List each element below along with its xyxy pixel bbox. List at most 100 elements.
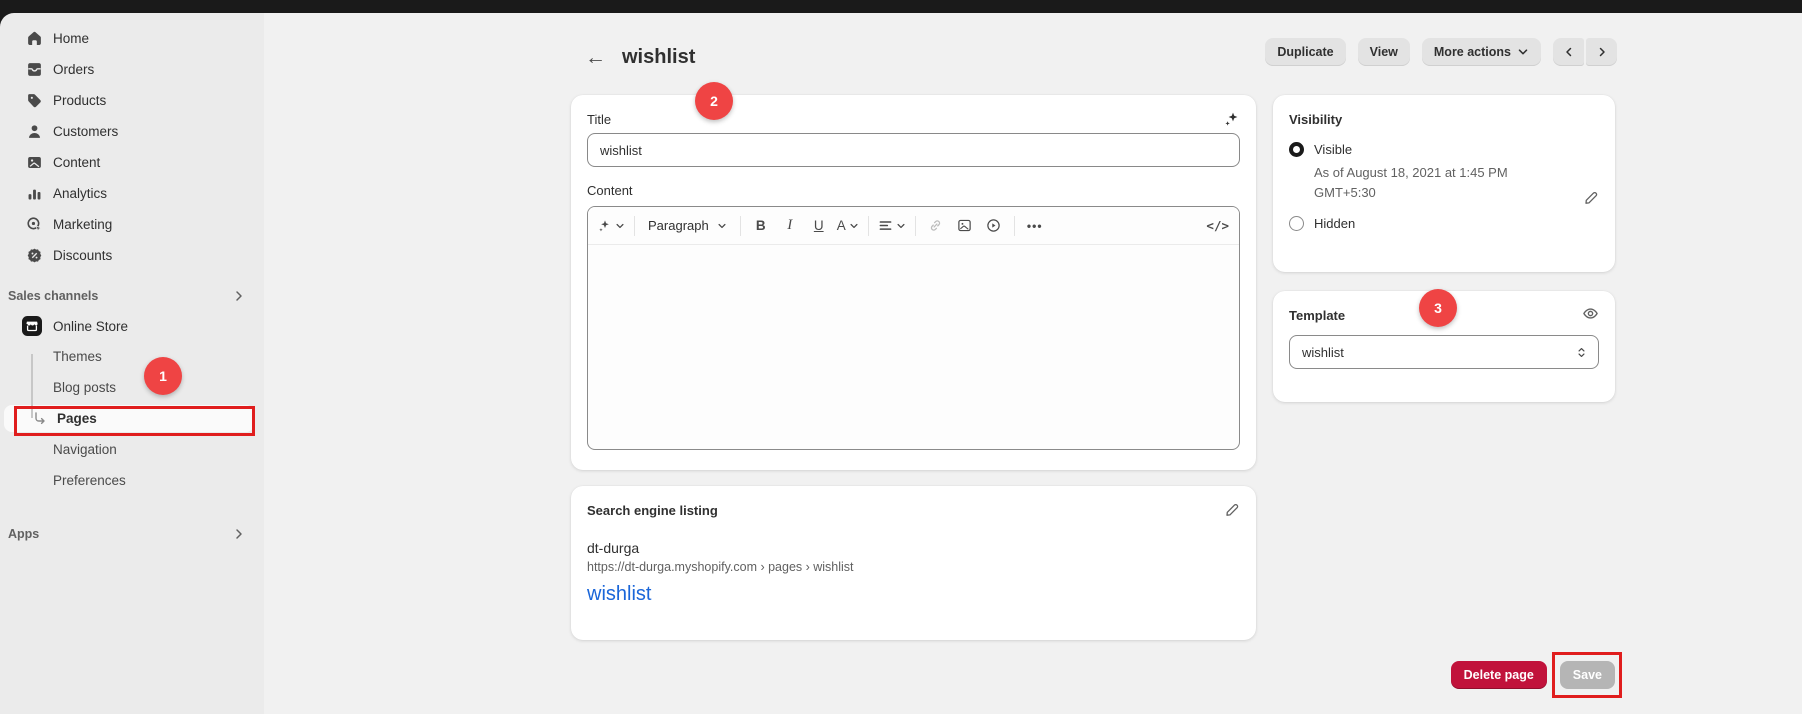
orders-icon	[26, 61, 43, 78]
toolbar-divider	[634, 216, 635, 236]
magic-sparkle-icon[interactable]	[598, 213, 625, 239]
view-button[interactable]: View	[1358, 38, 1410, 66]
paragraph-style-dropdown[interactable]: Paragraph	[644, 213, 731, 239]
seo-url: https://dt-durga.myshopify.com › pages ›…	[587, 560, 1240, 574]
annotation-step-3-badge: 3	[1419, 289, 1457, 327]
sidebar-item-navigation[interactable]: Navigation	[0, 436, 254, 463]
duplicate-label: Duplicate	[1277, 45, 1333, 59]
chevron-right-icon	[232, 289, 246, 303]
sidebar-item-pages[interactable]: Pages	[4, 405, 254, 432]
text-color-button[interactable]: A	[837, 213, 859, 239]
insert-link-icon[interactable]	[925, 213, 947, 239]
visible-schedule-note: As of August 18, 2021 at 1:45 PM GMT+5:3…	[1314, 163, 1544, 203]
sidebar-item-home[interactable]: Home	[0, 25, 254, 52]
sidebar-item-themes[interactable]: Themes	[0, 343, 254, 370]
annotation-step-2-badge: 2	[695, 82, 733, 120]
more-actions-label: More actions	[1434, 45, 1511, 59]
editor-toolbar: Paragraph B I U A	[588, 207, 1239, 245]
sidebar-item-label: Themes	[53, 349, 102, 364]
sidebar-item-label: Marketing	[53, 217, 112, 232]
subitem-arrow-icon	[33, 412, 47, 426]
magic-sparkle-icon[interactable]	[1224, 111, 1240, 127]
nav-tree-connector	[31, 354, 33, 418]
visible-label: Visible	[1314, 142, 1352, 157]
italic-button[interactable]: I	[779, 213, 801, 239]
template-heading: Template	[1289, 308, 1345, 323]
sidebar-item-label: Online Store	[53, 319, 128, 334]
seo-page-link[interactable]: wishlist	[587, 583, 1240, 606]
previous-page-button[interactable]	[1553, 38, 1584, 66]
sidebar-item-marketing[interactable]: Marketing	[0, 211, 254, 238]
sidebar-item-products[interactable]: Products	[0, 87, 254, 114]
content-icon	[26, 154, 43, 171]
visibility-heading: Visibility	[1289, 112, 1342, 127]
sidebar-item-label: Analytics	[53, 186, 107, 201]
apps-label: Apps	[8, 527, 39, 541]
sidebar-item-label: Products	[53, 93, 106, 108]
content-editor-body[interactable]	[588, 245, 1239, 450]
search-engine-listing-card: Search engine listing dt-durga https://d…	[571, 486, 1256, 640]
toolbar-divider	[915, 216, 916, 236]
hidden-radio-option[interactable]: Hidden	[1289, 216, 1599, 231]
sidebar-item-customers[interactable]: Customers	[0, 118, 254, 145]
sidebar-item-discounts[interactable]: Discounts	[0, 242, 254, 269]
sidebar-item-label: Blog posts	[53, 380, 116, 395]
online-store-icon	[22, 316, 42, 336]
sidebar-item-content[interactable]: Content	[0, 149, 254, 176]
sidebar-item-analytics[interactable]: Analytics	[0, 180, 254, 207]
save-button[interactable]: Save	[1560, 661, 1615, 689]
edit-pencil-icon[interactable]	[1583, 190, 1599, 206]
title-field-label: Title	[587, 112, 611, 127]
title-input[interactable]	[587, 133, 1240, 167]
visible-radio-option[interactable]: Visible	[1289, 142, 1599, 157]
text-color-label: A	[837, 218, 846, 233]
chevron-down-icon	[1517, 46, 1529, 58]
insert-video-icon[interactable]	[983, 213, 1005, 239]
content-editor: Paragraph B I U A	[587, 206, 1240, 450]
top-bar	[0, 0, 1802, 13]
sidebar-item-label: Preferences	[53, 473, 126, 488]
annotation-step-1-badge: 1	[144, 357, 182, 395]
show-html-button[interactable]: </>	[1206, 213, 1229, 239]
duplicate-button[interactable]: Duplicate	[1265, 38, 1345, 66]
sidebar-item-preferences[interactable]: Preferences	[0, 467, 254, 494]
more-actions-button[interactable]: More actions	[1422, 38, 1541, 66]
customers-icon	[26, 123, 43, 140]
sidebar-item-label: Home	[53, 31, 89, 46]
main-area: ← wishlist Duplicate View More actions	[264, 13, 1802, 714]
select-caret-icon	[1575, 345, 1588, 360]
sidebar: Home Orders Products Customers Content	[0, 13, 264, 714]
shopify-admin-window: Home Orders Products Customers Content	[0, 0, 1802, 714]
sidebar-item-label: Orders	[53, 62, 94, 77]
marketing-icon	[26, 216, 43, 233]
analytics-icon	[26, 185, 43, 202]
preview-eye-icon[interactable]	[1582, 305, 1599, 322]
radio-unselected-icon	[1289, 216, 1304, 231]
sidebar-item-online-store[interactable]: Online Store	[0, 312, 264, 340]
sidebar-item-label: Pages	[57, 411, 97, 426]
hidden-label: Hidden	[1314, 216, 1355, 231]
schedule-timezone: GMT+5:30	[1314, 183, 1544, 203]
delete-page-button[interactable]: Delete page	[1451, 661, 1547, 689]
toolbar-divider	[1014, 216, 1015, 236]
alignment-button[interactable]	[878, 213, 906, 239]
radio-selected-icon	[1289, 142, 1304, 157]
sidebar-item-orders[interactable]: Orders	[0, 56, 254, 83]
template-select[interactable]: wishlist	[1289, 335, 1599, 369]
underline-button[interactable]: U	[808, 213, 830, 239]
edit-pencil-icon[interactable]	[1224, 502, 1240, 518]
sidebar-item-label: Discounts	[53, 248, 112, 263]
sidebar-section-sales-channels[interactable]: Sales channels	[0, 286, 264, 306]
insert-image-icon[interactable]	[954, 213, 976, 239]
bold-button[interactable]: B	[750, 213, 772, 239]
paragraph-label: Paragraph	[648, 218, 709, 233]
back-button[interactable]: ←	[585, 47, 606, 68]
sidebar-section-apps[interactable]: Apps	[0, 524, 264, 544]
template-select-value: wishlist	[1302, 345, 1344, 360]
more-formatting-button[interactable]: •••	[1024, 213, 1046, 239]
sidebar-item-label: Customers	[53, 124, 118, 139]
visibility-card: Visibility Visible As of August 18, 2021…	[1273, 95, 1615, 272]
sidebar-item-blog-posts[interactable]: Blog posts	[0, 374, 254, 401]
home-icon	[26, 30, 43, 47]
next-page-button[interactable]	[1586, 38, 1617, 66]
